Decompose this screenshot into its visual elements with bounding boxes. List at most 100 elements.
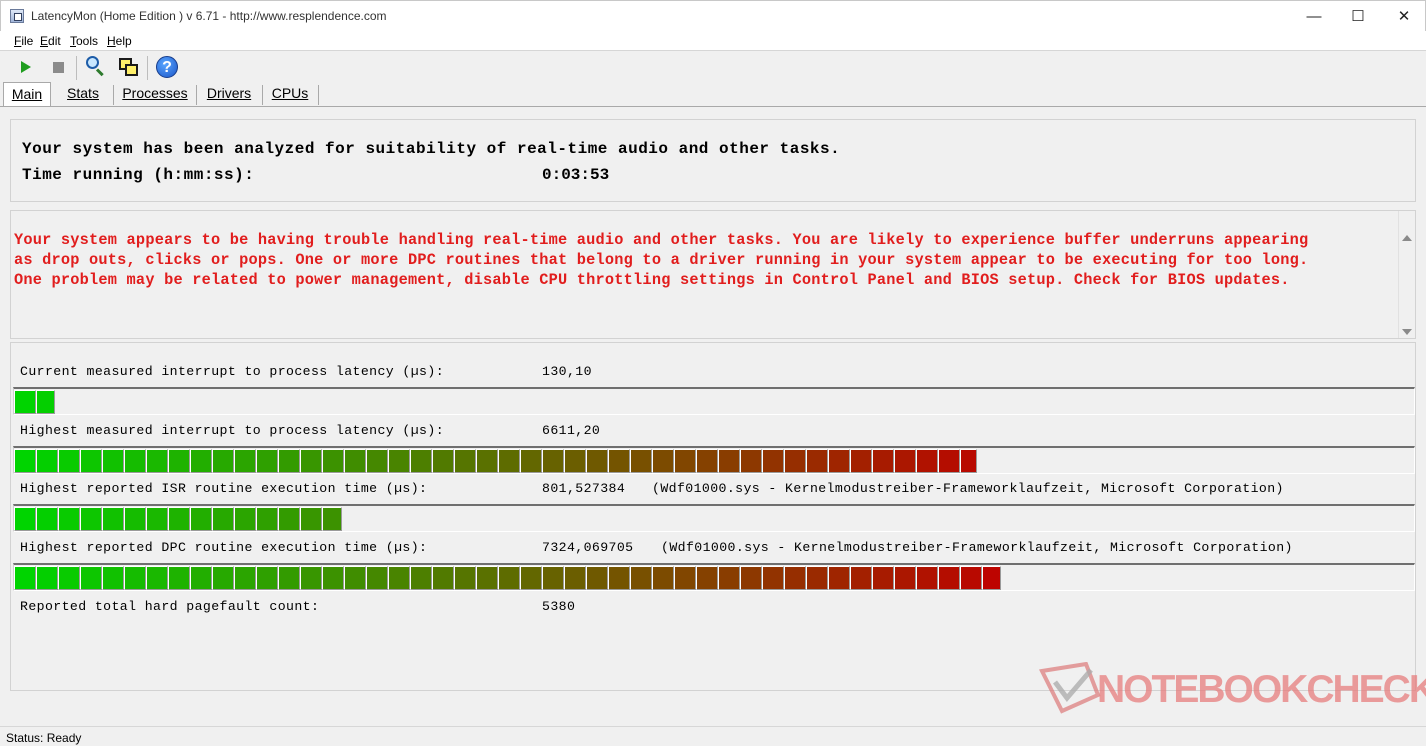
tab-separator	[262, 85, 263, 105]
windows-icon[interactable]	[116, 55, 140, 79]
pagefault-value: 5380	[542, 599, 576, 614]
search-glass	[86, 56, 99, 69]
meter-segment	[828, 566, 850, 590]
meter-segment	[894, 449, 916, 473]
watermark-text: NOTEBOOKCHECK	[1097, 668, 1426, 711]
dpc-time-meter	[13, 563, 1415, 591]
meter-segment	[542, 566, 564, 590]
close-button[interactable]: ✕	[1381, 1, 1426, 32]
meter-segment	[36, 566, 58, 590]
meter-segment	[102, 507, 124, 531]
meter-segment	[80, 566, 102, 590]
meter-segment	[784, 566, 806, 590]
meter-segment	[630, 449, 652, 473]
meter-segment	[300, 507, 322, 531]
help-icon[interactable]: ?	[155, 55, 179, 79]
meter-segment	[454, 449, 476, 473]
menu-help-mnemonic: H	[107, 34, 116, 48]
warning-text: Your system appears to be having trouble…	[14, 231, 1309, 289]
meter-segment	[58, 449, 80, 473]
current-latency-value: 130,10	[542, 364, 592, 379]
time-running-value: 0:03:53	[542, 166, 610, 184]
tab-drivers[interactable]: Drivers	[199, 82, 259, 106]
meter-segment	[58, 507, 80, 531]
meter-segment	[806, 566, 828, 590]
meter-segment	[432, 449, 454, 473]
window-title: LatencyMon (Home Edition ) v 6.71 - http…	[31, 9, 387, 23]
status-bar: Status: Ready	[0, 726, 1426, 746]
tab-separator	[113, 85, 114, 105]
search-handle	[95, 68, 104, 77]
tab-processes[interactable]: Processes	[117, 82, 193, 106]
meter-segment	[608, 449, 630, 473]
meter-segment	[256, 507, 278, 531]
meter-segment	[476, 566, 498, 590]
meter-segment	[234, 507, 256, 531]
menu-bar: File Edit Tools Help	[0, 31, 1426, 51]
meter-segment	[212, 566, 234, 590]
meter-segment	[740, 449, 762, 473]
meter-segment	[278, 507, 300, 531]
meter-segment	[410, 449, 432, 473]
meter-segment	[872, 566, 894, 590]
meter-segment	[344, 566, 366, 590]
meter-segment	[300, 566, 322, 590]
minimize-button[interactable]: —	[1291, 1, 1337, 32]
meter-segment	[124, 507, 146, 531]
menu-edit-label: dit	[48, 34, 61, 48]
notebookcheck-watermark: NOTEBOOKCHECK	[1039, 662, 1426, 719]
menu-help-label: elp	[115, 34, 132, 48]
meter-segment	[366, 449, 388, 473]
menu-tools[interactable]: Tools	[70, 34, 98, 48]
search-icon[interactable]	[83, 55, 107, 79]
tab-cpus[interactable]: CPUs	[265, 82, 315, 106]
dpc-driver-info: (Wdf01000.sys - Kernelmodustreiber-Frame…	[661, 540, 1293, 555]
scroll-down-icon[interactable]	[1402, 329, 1412, 335]
tab-separator	[196, 85, 197, 105]
scroll-up-icon[interactable]	[1402, 235, 1412, 241]
meter-segment	[102, 449, 124, 473]
meter-segment	[80, 507, 102, 531]
warning-scrollbar[interactable]	[1398, 211, 1415, 338]
meter-segment	[564, 566, 586, 590]
menu-file-label: ile	[21, 34, 34, 48]
window-front	[125, 64, 138, 76]
meter-segment	[696, 566, 718, 590]
meter-segment	[278, 449, 300, 473]
meter-segment	[520, 566, 542, 590]
meter-segment	[652, 449, 674, 473]
menu-file[interactable]: File	[14, 34, 33, 48]
stop-icon[interactable]	[46, 55, 70, 79]
play-icon[interactable]	[14, 55, 38, 79]
maximize-button[interactable]: ☐	[1335, 1, 1381, 32]
meter-segment	[234, 449, 256, 473]
summary-headline: Your system has been analyzed for suitab…	[22, 140, 841, 158]
meter-segment	[586, 449, 608, 473]
meter-segment	[696, 449, 718, 473]
menu-edit[interactable]: Edit	[40, 34, 61, 48]
meter-segment	[124, 449, 146, 473]
meter-segment	[366, 566, 388, 590]
meter-segment	[278, 566, 300, 590]
meter-segment	[674, 449, 696, 473]
meter-segment	[300, 449, 322, 473]
tab-main[interactable]: Main	[3, 82, 51, 107]
meter-segment	[322, 507, 342, 531]
meter-segment	[718, 566, 740, 590]
meter-segment	[476, 449, 498, 473]
menu-help[interactable]: Help	[107, 34, 132, 48]
meter-segment	[674, 566, 696, 590]
measurements-panel: Current measured interrupt to process la…	[10, 342, 1416, 691]
meter-segment	[630, 566, 652, 590]
status-text: Status: Ready	[6, 731, 82, 745]
meter-segment	[146, 507, 168, 531]
warning-panel: Your system appears to be having trouble…	[10, 210, 1416, 339]
meter-segment	[58, 566, 80, 590]
tab-stats[interactable]: Stats	[57, 82, 109, 106]
meter-segment	[344, 449, 366, 473]
toolbar-separator	[147, 56, 148, 80]
meter-segment	[14, 390, 36, 414]
meter-segment	[36, 390, 55, 414]
meter-segment	[14, 507, 36, 531]
meter-segment	[960, 566, 982, 590]
